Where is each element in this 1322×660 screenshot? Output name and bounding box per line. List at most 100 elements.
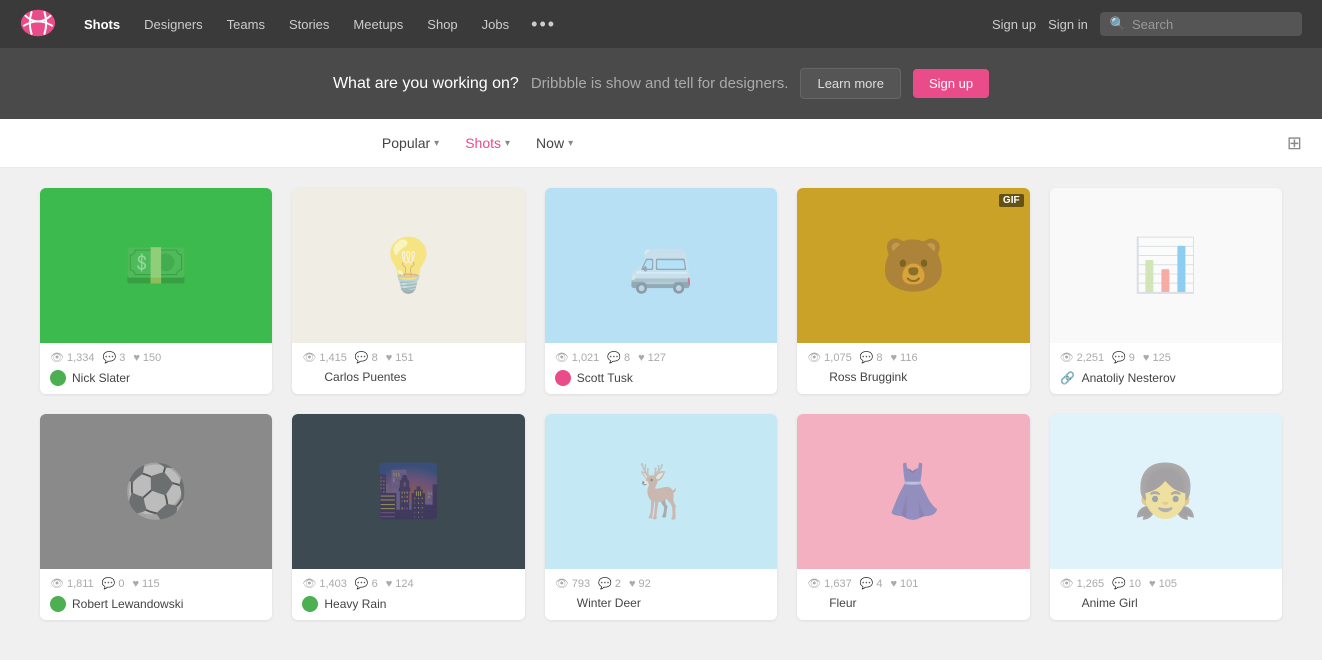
view-count: 2,251: [1077, 352, 1105, 364]
shot-thumbnail[interactable]: GIF 🐻: [797, 188, 1029, 343]
comments-stat: 💬 10: [1112, 577, 1141, 590]
author-name-link[interactable]: Robert Lewandowski: [72, 597, 183, 611]
shot-card[interactable]: 🦌 👁 793 💬 2 ♥ 92 Winter Deer: [545, 414, 777, 620]
author-name-link[interactable]: Anatoliy Nesterov: [1082, 371, 1176, 385]
comment-icon: 💬: [355, 351, 369, 364]
shot-card[interactable]: 👗 👁 1,637 💬 4 ♥ 101 Fleur: [797, 414, 1029, 620]
comment-count: 4: [876, 578, 882, 590]
heart-icon: ♥: [133, 352, 140, 364]
shot-meta: 👁 1,075 💬 8 ♥ 116 Ross Bruggink: [797, 343, 1029, 392]
shot-card[interactable]: 👧 👁 1,265 💬 10 ♥ 105 Anime Girl: [1050, 414, 1282, 620]
comment-count: 2: [615, 578, 621, 590]
shot-thumbnail[interactable]: 👧: [1050, 414, 1282, 569]
author-name-link[interactable]: Scott Tusk: [577, 371, 633, 385]
shot-thumbnail[interactable]: 🌆: [292, 414, 524, 569]
shot-thumbnail[interactable]: 💡: [292, 188, 524, 343]
like-count: 125: [1152, 352, 1170, 364]
comments-stat: 💬 0: [102, 577, 125, 590]
likes-stat: ♥ 127: [638, 352, 666, 364]
shot-illustration: 📊: [1050, 188, 1282, 343]
learn-more-button[interactable]: Learn more: [800, 68, 900, 99]
shot-thumbnail[interactable]: 📊: [1050, 188, 1282, 343]
shot-stats: 👁 1,403 💬 6 ♥ 124: [302, 577, 514, 590]
eye-icon: 👁: [302, 577, 316, 590]
like-count: 127: [648, 352, 666, 364]
nav-stories[interactable]: Stories: [279, 11, 339, 38]
likes-stat: ♥ 92: [629, 578, 651, 590]
author-badge: 🔗: [1060, 370, 1076, 386]
shot-stats: 👁 1,021 💬 8 ♥ 127: [555, 351, 767, 364]
shot-author: Robert Lewandowski: [50, 596, 262, 612]
shot-card[interactable]: 💵 👁 1,334 💬 3 ♥ 150 Nick Slater: [40, 188, 272, 394]
shot-card[interactable]: 💡 👁 1,415 💬 8 ♥ 151 Carlos Puentes: [292, 188, 524, 394]
shot-author: Carlos Puentes: [302, 370, 514, 384]
shot-card[interactable]: ⚽ 👁 1,811 💬 0 ♥ 115 Robert Lewandows: [40, 414, 272, 620]
author-badge: [50, 370, 66, 386]
shot-thumbnail[interactable]: 💵: [40, 188, 272, 343]
nav-signup-link[interactable]: Sign up: [992, 17, 1036, 32]
likes-stat: ♥ 151: [386, 352, 414, 364]
heart-icon: ♥: [891, 352, 898, 364]
shot-thumbnail[interactable]: 👗: [797, 414, 1029, 569]
comment-count: 0: [118, 578, 124, 590]
likes-stat: ♥ 116: [891, 352, 918, 364]
author-name-link[interactable]: Heavy Rain: [324, 597, 386, 611]
shot-author: Ross Bruggink: [807, 370, 1019, 384]
nav-shots[interactable]: Shots: [74, 11, 130, 38]
like-count: 101: [900, 578, 918, 590]
author-name-link[interactable]: Fleur: [829, 596, 856, 610]
comments-stat: 💬 2: [598, 577, 621, 590]
view-count: 1,334: [67, 352, 95, 364]
author-name-link[interactable]: Ross Bruggink: [829, 370, 907, 384]
shot-card[interactable]: GIF 🐻 👁 1,075 💬 8 ♥ 116 Ross: [797, 188, 1029, 394]
comment-icon: 💬: [355, 577, 369, 590]
filter-buttons: Popular ▾ Shots ▾ Now ▾: [372, 129, 583, 157]
search-icon: 🔍: [1110, 16, 1126, 32]
main-nav: Shots Designers Teams Stories Meetups Sh…: [0, 0, 1322, 48]
author-name-link[interactable]: Winter Deer: [577, 596, 641, 610]
comment-count: 8: [372, 352, 378, 364]
nav-designers[interactable]: Designers: [134, 11, 213, 38]
nav-right: Sign up Sign in 🔍: [992, 12, 1302, 36]
shot-author: Fleur: [807, 596, 1019, 610]
search-box: 🔍: [1100, 12, 1302, 36]
nav-meetups[interactable]: Meetups: [343, 11, 413, 38]
comment-count: 8: [876, 352, 882, 364]
author-name-link[interactable]: Nick Slater: [72, 371, 130, 385]
shot-card[interactable]: 🚐 👁 1,021 💬 8 ♥ 127 Scott Tusk: [545, 188, 777, 394]
shot-thumbnail[interactable]: ⚽: [40, 414, 272, 569]
heart-icon: ♥: [1143, 352, 1150, 364]
shots-chevron-icon: ▾: [505, 138, 510, 149]
now-filter[interactable]: Now ▾: [526, 129, 583, 157]
popular-filter[interactable]: Popular ▾: [372, 129, 449, 157]
shot-thumbnail[interactable]: 🚐: [545, 188, 777, 343]
shot-stats: 👁 2,251 💬 9 ♥ 125: [1060, 351, 1272, 364]
likes-stat: ♥ 124: [386, 578, 414, 590]
shots-filter[interactable]: Shots ▾: [455, 129, 520, 157]
nav-shop[interactable]: Shop: [417, 11, 467, 38]
shot-meta: 👁 1,265 💬 10 ♥ 105 Anime Girl: [1050, 569, 1282, 618]
heart-icon: ♥: [638, 352, 645, 364]
shot-stats: 👁 793 💬 2 ♥ 92: [555, 577, 767, 590]
shot-card[interactable]: 📊 👁 2,251 💬 9 ♥ 125 🔗 Anatoliy Nest: [1050, 188, 1282, 394]
shot-meta: 👁 1,334 💬 3 ♥ 150 Nick Slater: [40, 343, 272, 394]
author-name-link[interactable]: Anime Girl: [1082, 596, 1138, 610]
nav-signin-link[interactable]: Sign in: [1048, 17, 1088, 32]
nav-more[interactable]: •••: [523, 8, 564, 41]
nav-jobs[interactable]: Jobs: [472, 11, 519, 38]
shot-card[interactable]: 🌆 👁 1,403 💬 6 ♥ 124 Heavy Rain: [292, 414, 524, 620]
author-name-link[interactable]: Carlos Puentes: [324, 370, 406, 384]
comment-icon: 💬: [1112, 577, 1126, 590]
grid-toggle-button[interactable]: ⊞: [1287, 133, 1302, 154]
dribbble-logo[interactable]: [20, 9, 56, 40]
author-badge: [302, 596, 318, 612]
comments-stat: 💬 8: [355, 351, 378, 364]
eye-icon: 👁: [555, 351, 569, 364]
shot-thumbnail[interactable]: 🦌: [545, 414, 777, 569]
shot-author: Anime Girl: [1060, 596, 1272, 610]
heart-icon: ♥: [891, 578, 898, 590]
banner-signup-button[interactable]: Sign up: [913, 69, 989, 98]
shot-author: Nick Slater: [50, 370, 262, 386]
search-input[interactable]: [1132, 17, 1292, 32]
nav-teams[interactable]: Teams: [217, 11, 275, 38]
